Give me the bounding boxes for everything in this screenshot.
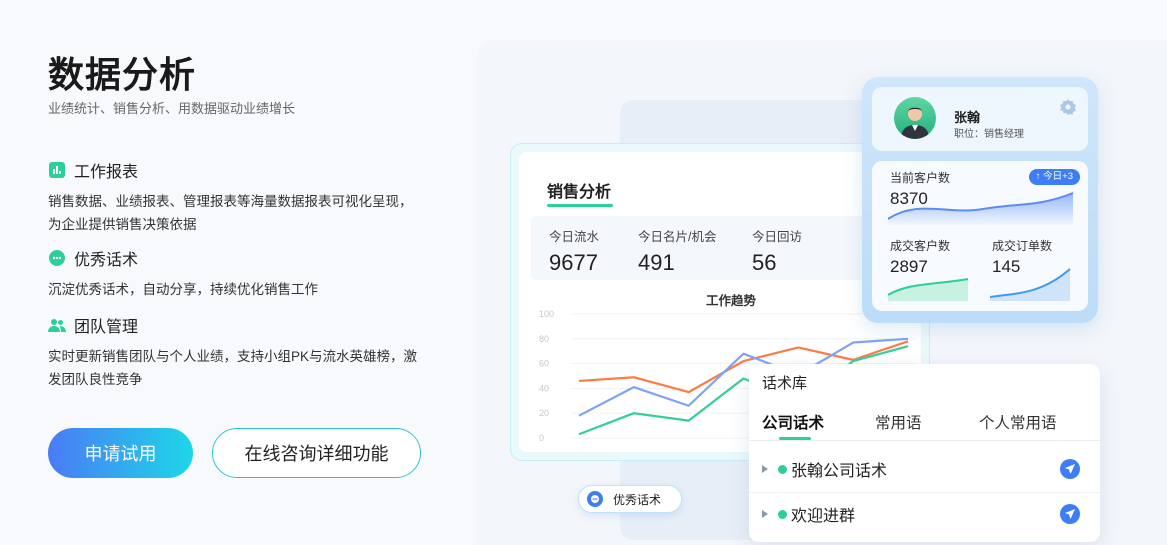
- deal-customers-sparkline: [888, 278, 969, 301]
- excellent-speech-chip[interactable]: 优秀话术: [578, 485, 682, 513]
- avatar: [894, 97, 936, 139]
- stat-label: 今日名片/机会: [638, 230, 717, 244]
- badge-label: 今日+3: [1043, 171, 1073, 182]
- speech-item-label: 欢迎进群: [791, 508, 856, 525]
- send-icon[interactable]: [1060, 504, 1080, 524]
- feature-title: 团队管理: [74, 319, 139, 336]
- chat-bubble-icon: [48, 249, 66, 267]
- stats-strip: 今日流水 9677 今日名片/机会 491 今日回访 56: [531, 216, 913, 280]
- list-item[interactable]: 张翰公司话术: [749, 447, 1100, 491]
- online-consult-button[interactable]: 在线咨询详细功能: [212, 428, 421, 478]
- bar-chart-icon: [48, 161, 66, 179]
- send-icon[interactable]: [1060, 459, 1080, 479]
- feature-title: 工作报表: [74, 164, 139, 181]
- y-tick-label: 20: [539, 408, 549, 418]
- metric-label: 成交客户数: [890, 239, 951, 253]
- chat-dot-icon: [778, 464, 787, 474]
- stat-value: 491: [638, 250, 675, 275]
- y-tick-label: 100: [539, 309, 554, 319]
- expand-arrow-icon[interactable]: [762, 465, 768, 473]
- expand-arrow-icon[interactable]: [762, 510, 768, 518]
- tab-company-speech[interactable]: 公司话术: [762, 411, 824, 433]
- profile-role: 职位：销售经理: [954, 129, 1024, 140]
- apply-trial-button[interactable]: 申请试用: [48, 428, 193, 478]
- speech-library-title: 话术库: [762, 375, 808, 392]
- speech-tabs: 公司话术 常用语 个人常用语: [749, 401, 1100, 441]
- speech-library-card: 话术库 公司话术 常用语 个人常用语 张翰公司话术 欢迎进群: [749, 364, 1100, 542]
- chat-bubble-icon: [587, 491, 603, 507]
- feature-desc: 沉淀优秀话术，自动分享，持续优化销售工作: [48, 282, 318, 297]
- profile-header: 张翰 职位：销售经理: [872, 87, 1088, 151]
- metric-label: 成交订单数: [992, 239, 1053, 253]
- current-customers-sparkline: [888, 192, 1074, 225]
- title-underline: [547, 204, 613, 207]
- feature-speech: 优秀话术 沉淀优秀话术，自动分享，持续优化销售工作: [48, 246, 418, 301]
- chat-dot-icon: [778, 509, 787, 519]
- metric-label: 当前客户数: [890, 171, 951, 185]
- profile-card: 张翰 职位：销售经理 当前客户数 8370 ↑ 今日+3 成交客户数 2897 …: [862, 77, 1098, 323]
- tab-personal-phrases[interactable]: 个人常用语: [979, 411, 1057, 433]
- chip-label: 优秀话术: [613, 492, 662, 507]
- y-tick-label: 0: [539, 433, 544, 443]
- list-item[interactable]: 欢迎进群: [749, 492, 1100, 536]
- active-tab-indicator: [779, 437, 811, 440]
- stat-today-revenue: 今日流水 9677: [549, 226, 599, 276]
- stat-value: 9677: [549, 250, 598, 275]
- stat-value: 56: [752, 250, 777, 275]
- feature-title: 优秀话术: [74, 252, 139, 269]
- profile-name: 张翰: [954, 110, 981, 125]
- feature-work-report: 工作报表 销售数据、业绩报表、管理报表等海量数据报表可视化呈现，为企业提供销售决…: [48, 158, 418, 236]
- sales-card-title: 销售分析: [547, 184, 612, 201]
- tab-common-phrases[interactable]: 常用语: [875, 411, 922, 433]
- stat-today-cards: 今日名片/机会 491: [638, 226, 716, 276]
- y-tick-label: 40: [539, 383, 549, 393]
- page-subtitle: 业绩统计、销售分析、用数据驱动业绩增长: [48, 101, 296, 116]
- metric-deal-customers: 成交客户数 2897: [890, 237, 950, 277]
- stat-label: 今日回访: [752, 230, 803, 244]
- metric-panel: 当前客户数 8370 ↑ 今日+3 成交客户数 2897 成交订单数 145: [872, 161, 1088, 311]
- deal-orders-sparkline: [990, 268, 1071, 301]
- feature-team: 团队管理 实时更新销售团队与个人业绩，支持小组PK与流水英雄榜，激发团队良性竞争: [48, 313, 418, 391]
- feature-desc: 销售数据、业绩报表、管理报表等海量数据报表可视化呈现，为企业提供销售决策依据: [48, 194, 413, 232]
- speech-item-label: 张翰公司话术: [791, 463, 888, 480]
- feature-desc: 实时更新销售团队与个人业绩，支持小组PK与流水英雄榜，激发团队良性竞争: [48, 349, 418, 387]
- stat-label: 今日流水: [549, 230, 600, 244]
- y-tick-label: 80: [539, 334, 549, 344]
- y-tick-label: 60: [539, 359, 549, 369]
- team-icon: [48, 316, 66, 334]
- gear-icon[interactable]: [1060, 99, 1076, 115]
- stat-today-visits: 今日回访 56: [752, 226, 802, 276]
- today-increase-badge: ↑ 今日+3: [1028, 169, 1080, 185]
- page-title: 数据分析: [48, 54, 197, 95]
